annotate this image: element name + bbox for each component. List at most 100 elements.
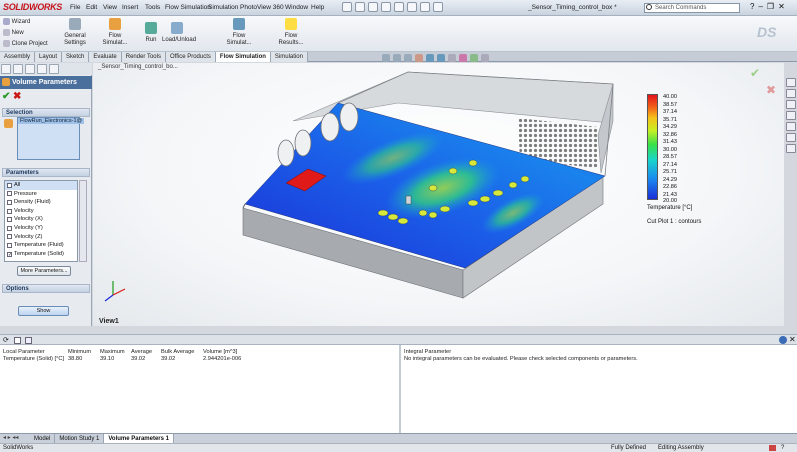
show-button[interactable]: Show bbox=[18, 306, 69, 316]
menu-help[interactable]: Help bbox=[311, 4, 324, 11]
save-icon[interactable] bbox=[368, 2, 378, 12]
run-button[interactable]: Run bbox=[142, 22, 160, 44]
help-status-icon[interactable]: ? bbox=[781, 444, 784, 452]
menu-photoview[interactable]: PhotoView 360 bbox=[240, 4, 284, 11]
tab-evaluate[interactable]: Evaluate bbox=[89, 52, 122, 62]
tab-office-products[interactable]: Office Products bbox=[165, 52, 216, 62]
general-settings-button[interactable]: General Settings bbox=[64, 18, 86, 47]
display-style-icon[interactable] bbox=[437, 54, 445, 62]
refresh-icon[interactable]: ⟳ bbox=[3, 336, 9, 344]
rebuild-status-icon[interactable] bbox=[769, 445, 776, 451]
select-icon[interactable] bbox=[407, 2, 417, 12]
checkbox-checked[interactable]: ✓ bbox=[7, 251, 12, 257]
undo-icon[interactable] bbox=[394, 2, 404, 12]
zoom-area-icon[interactable] bbox=[393, 54, 401, 62]
tab-flow-simulation[interactable]: Flow Simulation bbox=[215, 52, 271, 62]
view-palette-icon[interactable] bbox=[786, 111, 796, 120]
simulation-icon[interactable] bbox=[786, 144, 796, 153]
flow-simulation-tree-button[interactable]: Flow Simulat... bbox=[101, 18, 129, 47]
param-row-temperature-solid[interactable]: ✓ Temperature (Solid) bbox=[5, 250, 77, 259]
apply-scene-icon[interactable] bbox=[470, 54, 478, 62]
flow-analysis-tree-icon[interactable] bbox=[49, 64, 59, 74]
selection-section-header[interactable]: Selection bbox=[2, 108, 90, 117]
minimize-icon[interactable]: – bbox=[758, 2, 762, 11]
options-icon[interactable] bbox=[433, 2, 443, 12]
checkbox[interactable] bbox=[7, 199, 12, 205]
pin-icon[interactable] bbox=[779, 336, 787, 344]
parameters-scrollbar[interactable] bbox=[79, 180, 87, 262]
menu-simulation[interactable]: Simulation bbox=[208, 4, 238, 11]
restore-icon[interactable]: ❐ bbox=[767, 2, 774, 11]
param-row-pressure[interactable]: Pressure bbox=[5, 190, 77, 199]
copy-icon[interactable] bbox=[25, 337, 32, 344]
cancel-icon[interactable]: ✖ bbox=[13, 91, 21, 102]
tab-layout[interactable]: Layout bbox=[35, 52, 63, 62]
hide-show-icon[interactable] bbox=[448, 54, 456, 62]
tab-model[interactable]: Model bbox=[30, 434, 56, 443]
rebuild-icon[interactable] bbox=[420, 2, 430, 12]
checkbox[interactable] bbox=[7, 182, 12, 188]
menu-tools[interactable]: Tools bbox=[145, 4, 160, 11]
param-row-temperature-fluid[interactable]: Temperature (Fluid) bbox=[5, 241, 77, 250]
tab-render-tools[interactable]: Render Tools bbox=[121, 52, 166, 62]
menu-edit[interactable]: Edit bbox=[86, 4, 97, 11]
tab-volume-parameters[interactable]: Volume Parameters 1 bbox=[104, 434, 174, 443]
tab-motion-study[interactable]: Motion Study 1 bbox=[55, 434, 105, 443]
print-icon[interactable] bbox=[381, 2, 391, 12]
menu-window[interactable]: Window bbox=[285, 4, 308, 11]
section-view-icon[interactable] bbox=[415, 54, 423, 62]
view-settings-icon[interactable] bbox=[481, 54, 489, 62]
file-explorer-icon[interactable] bbox=[786, 100, 796, 109]
design-library-icon[interactable] bbox=[786, 89, 796, 98]
menu-insert[interactable]: Insert bbox=[122, 4, 138, 11]
edit-appearance-icon[interactable] bbox=[459, 54, 467, 62]
configuration-icon[interactable] bbox=[25, 64, 35, 74]
more-parameters-button[interactable]: More Parameters... bbox=[17, 266, 71, 276]
view-orientation-icon[interactable] bbox=[426, 54, 434, 62]
load-unload-button[interactable]: Load/Unload bbox=[162, 22, 196, 44]
parameters-section-header[interactable]: Parameters bbox=[2, 168, 90, 177]
custom-properties-icon[interactable] bbox=[786, 133, 796, 142]
new-project-button[interactable]: New bbox=[3, 29, 24, 37]
param-row-density[interactable]: Density (Fluid) bbox=[5, 198, 77, 207]
results-divider[interactable] bbox=[399, 345, 401, 433]
param-row-velocity[interactable]: Velocity bbox=[5, 207, 77, 216]
wizard-button[interactable]: Wizard bbox=[3, 18, 30, 26]
options-section-header[interactable]: Options bbox=[2, 284, 90, 293]
tab-assembly[interactable]: Assembly bbox=[0, 52, 36, 62]
search-commands-input[interactable]: Search Commands bbox=[644, 3, 740, 13]
confirm-corner-ok-icon[interactable]: ✔ bbox=[750, 66, 760, 80]
display-manager-icon[interactable] bbox=[37, 64, 47, 74]
selection-item[interactable]: FlowRun_Electronics-1@ bbox=[18, 118, 85, 124]
new-document-icon[interactable] bbox=[342, 2, 352, 12]
param-row-all[interactable]: All bbox=[5, 181, 77, 190]
param-row-velocity-x[interactable]: Velocity (X) bbox=[5, 215, 77, 224]
menu-file[interactable]: File bbox=[70, 4, 80, 11]
property-manager-icon[interactable] bbox=[13, 64, 23, 74]
checkbox[interactable] bbox=[7, 217, 12, 223]
tab-simulation[interactable]: Simulation bbox=[270, 52, 308, 62]
close-icon[interactable]: ✕ bbox=[778, 2, 785, 11]
flow-results-button[interactable]: Flow Results... bbox=[277, 18, 305, 47]
confirm-corner-cancel-icon[interactable]: ✖ bbox=[766, 83, 776, 97]
zoom-fit-icon[interactable] bbox=[382, 54, 390, 62]
help-icon[interactable]: ? bbox=[750, 2, 754, 11]
flow-simulation-button-2[interactable]: Flow Simulat... bbox=[225, 18, 253, 47]
param-row-velocity-z[interactable]: Velocity (Z) bbox=[5, 233, 77, 242]
clone-project-button[interactable]: Clone Project bbox=[3, 40, 48, 48]
appearances-icon[interactable] bbox=[786, 122, 796, 131]
ok-icon[interactable]: ✔ bbox=[2, 91, 10, 102]
tab-scroll-arrows[interactable]: ◂ ▸ ◂◂ bbox=[3, 434, 18, 441]
previous-view-icon[interactable] bbox=[404, 54, 412, 62]
resources-icon[interactable] bbox=[786, 78, 796, 87]
close-panel-icon[interactable]: ✕ bbox=[789, 335, 796, 344]
checkbox[interactable] bbox=[7, 225, 12, 231]
app-logo[interactable]: SOLIDWORKS bbox=[3, 2, 62, 12]
open-icon[interactable] bbox=[355, 2, 365, 12]
menu-view[interactable]: View bbox=[103, 4, 117, 11]
menu-flow-simulation[interactable]: Flow Simulation bbox=[165, 4, 211, 11]
checkbox[interactable] bbox=[7, 191, 12, 197]
param-row-velocity-y[interactable]: Velocity (Y) bbox=[5, 224, 77, 233]
tab-sketch[interactable]: Sketch bbox=[62, 52, 90, 62]
checkbox[interactable] bbox=[7, 242, 12, 248]
